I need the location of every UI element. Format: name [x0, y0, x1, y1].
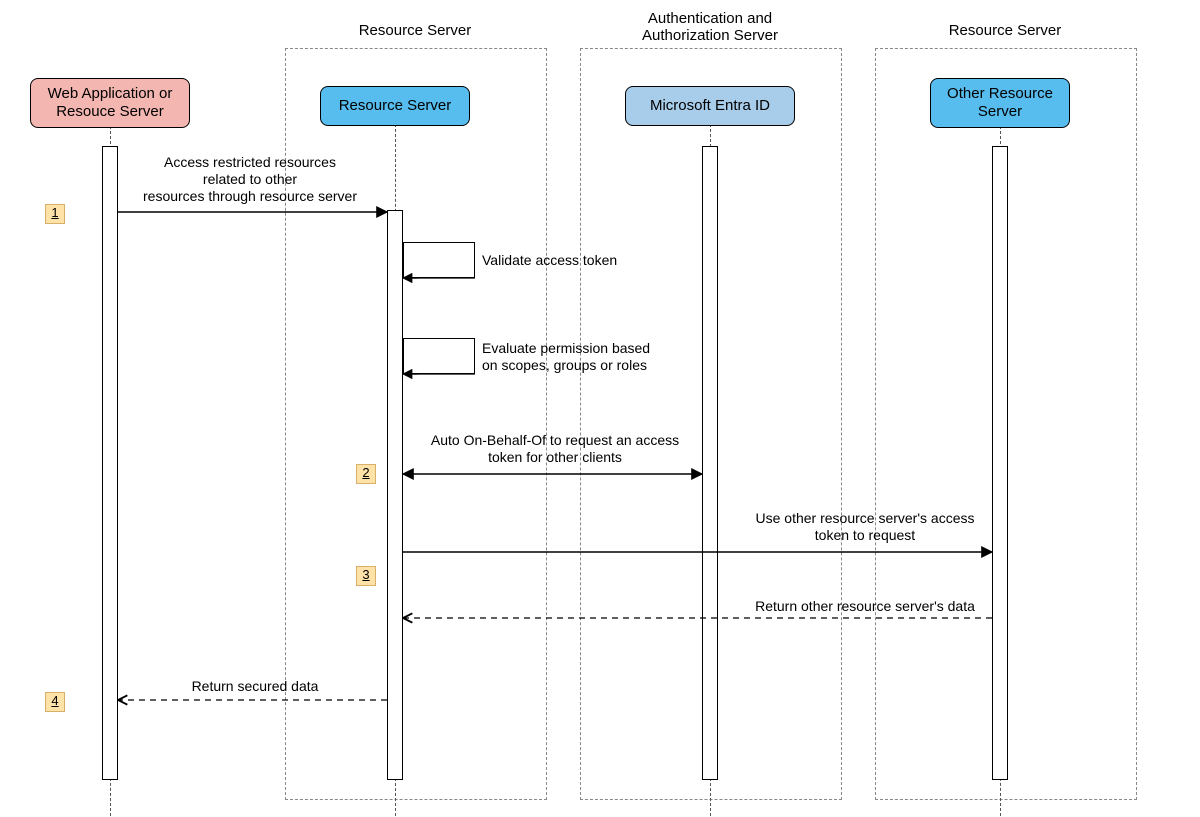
msg-evaluate-permission: Evaluate permission based on scopes, gro… [482, 340, 702, 374]
step-badge-3: 3 [356, 566, 376, 586]
participant-client: Web Application or Resouce Server [30, 78, 190, 128]
step-badge-1: 1 [45, 204, 65, 224]
participant-other-resource-server: Other Resource Server [930, 78, 1070, 128]
activation-auth [702, 146, 718, 780]
participant-auth: Microsoft Entra ID [625, 86, 795, 126]
msg-access-restricted: Access restricted resources related to o… [115, 154, 385, 204]
msg-use-other-token: Use other resource server's access token… [720, 510, 1010, 544]
msg-obo-request: Auto On-Behalf-Of to request an access t… [410, 432, 700, 466]
activation-client [102, 146, 118, 780]
group-title-auth-server: Authentication and Authorization Server [580, 10, 840, 44]
group-title-resource-server-left: Resource Server [285, 22, 545, 39]
msg-return-client: Return secured data [130, 678, 380, 695]
group-title-resource-server-right: Resource Server [875, 22, 1135, 39]
msg-validate-token: Validate access token [482, 252, 662, 269]
sequence-diagram: Resource Server Authentication and Autho… [0, 0, 1200, 817]
msg-return-other-data: Return other resource server's data [720, 598, 1010, 615]
participant-resource-server: Resource Server [320, 86, 470, 126]
self-message-box-validate [403, 242, 475, 278]
activation-rs [387, 210, 403, 780]
step-badge-4: 4 [45, 692, 65, 712]
self-message-box-evaluate [403, 338, 475, 374]
activation-other [992, 146, 1008, 780]
step-badge-2: 2 [356, 464, 376, 484]
